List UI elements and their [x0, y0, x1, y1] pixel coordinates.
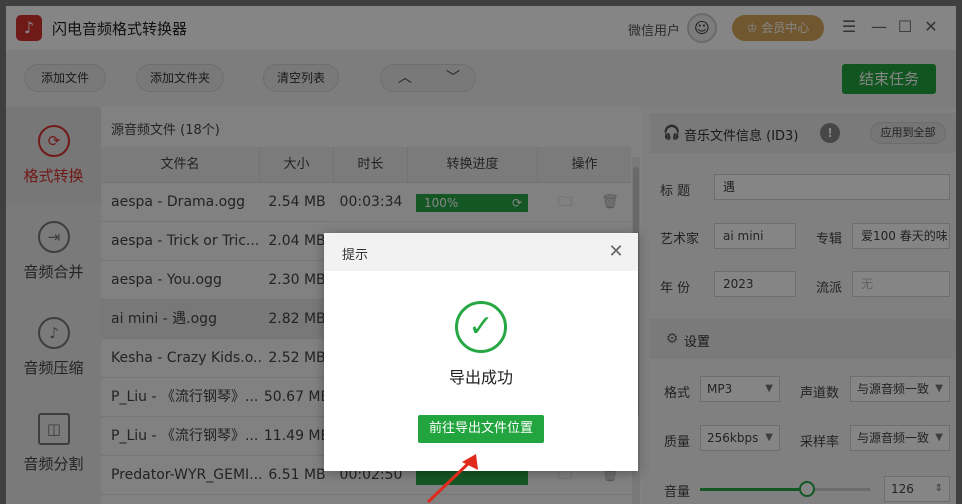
open-export-location-button[interactable]: 前往导出文件位置	[418, 415, 544, 443]
dialog-header: 提示 ✕	[324, 233, 638, 271]
check-circle-icon: ✓	[455, 301, 507, 353]
red-arrow-annotation	[426, 454, 478, 504]
dialog-title: 提示	[342, 248, 369, 263]
dialog-message: 导出成功	[448, 368, 513, 387]
success-dialog: 提示 ✕ ✓ 导出成功 前往导出文件位置	[324, 233, 638, 471]
close-icon[interactable]: ✕	[604, 240, 628, 264]
